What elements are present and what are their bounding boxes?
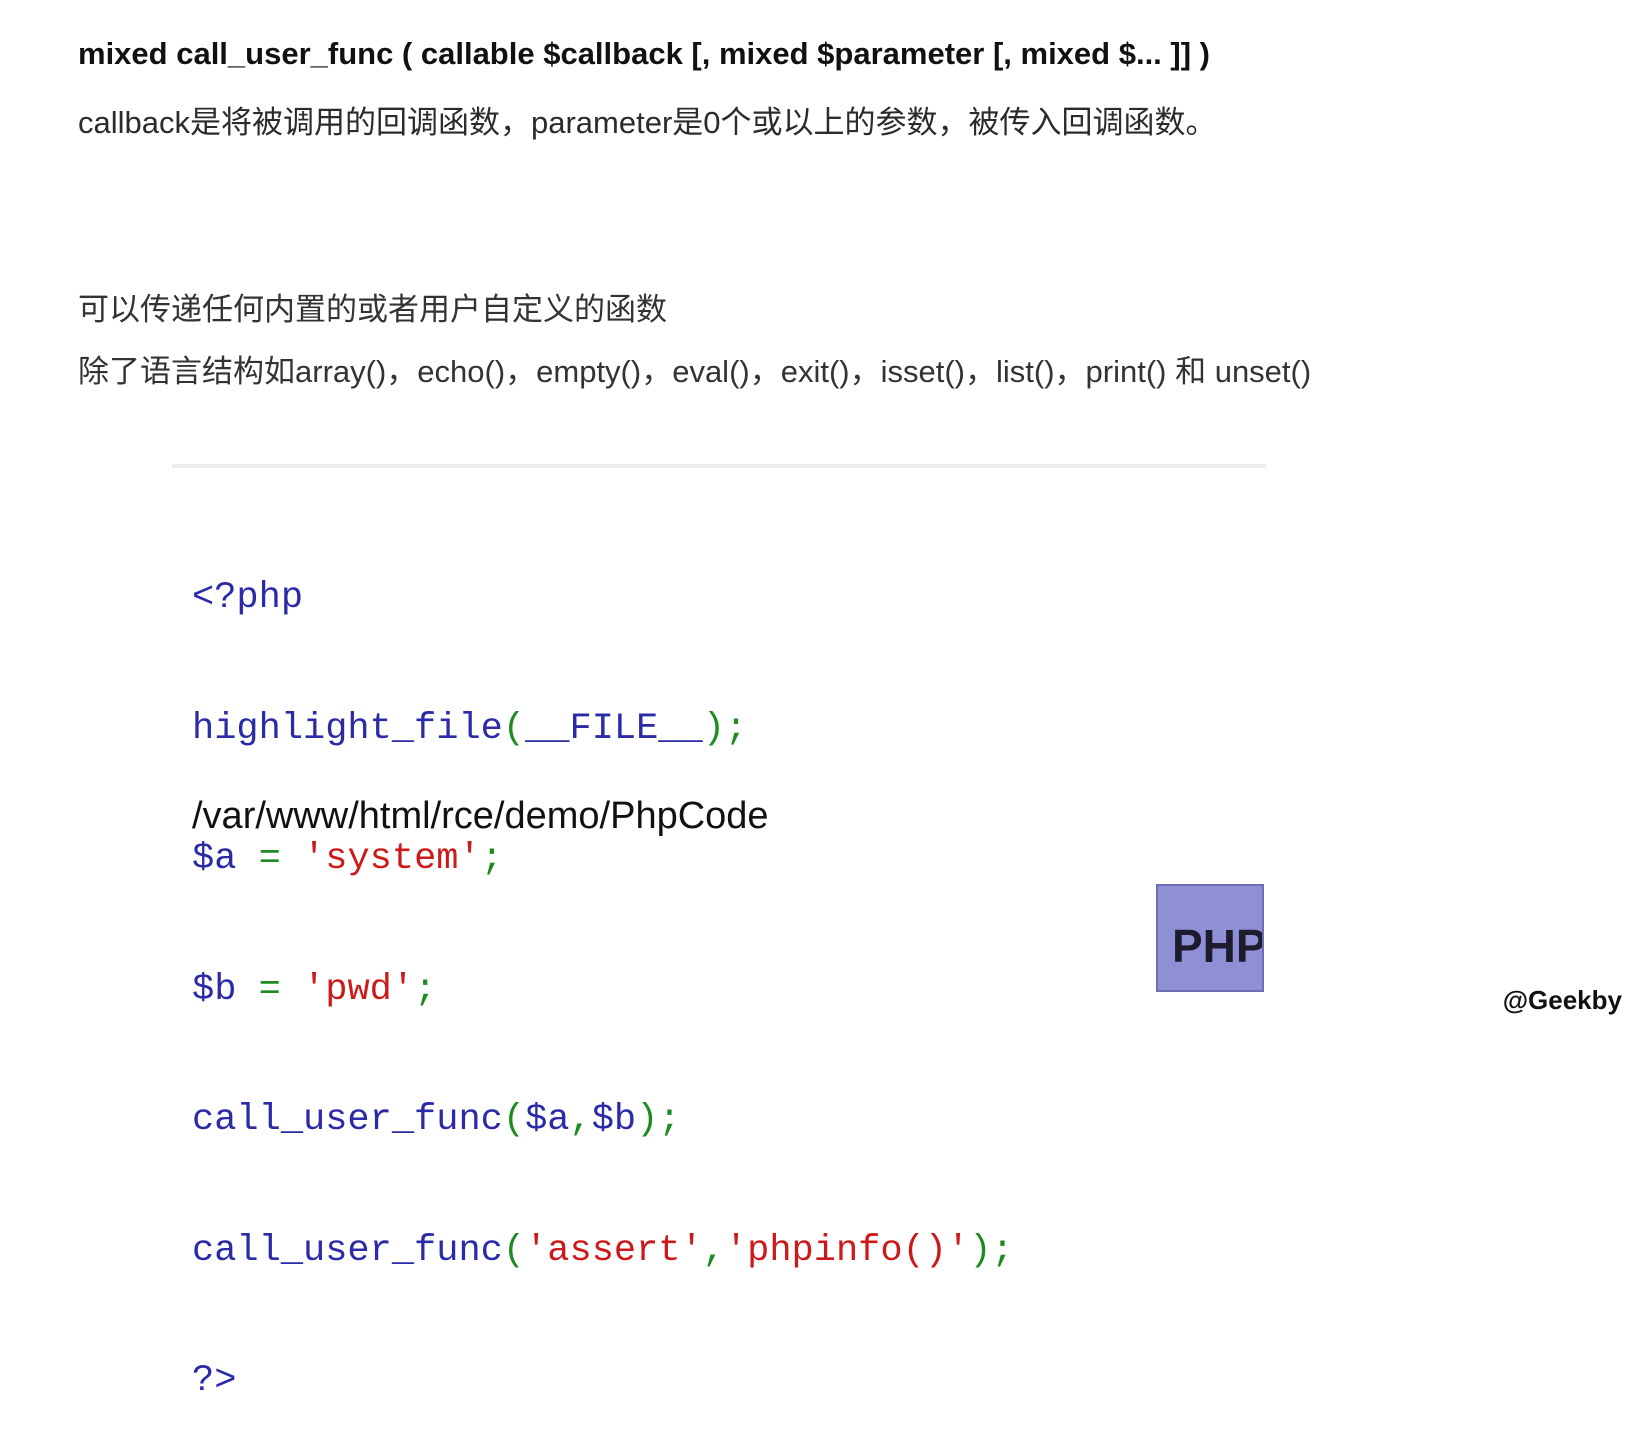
code-line-assign-a: $a = 'system';: [192, 838, 1014, 882]
code-punct: ;: [414, 968, 437, 1011]
code-line-highlight-file: highlight_file(__FILE__);: [192, 708, 1014, 752]
code-variable: $b: [192, 968, 237, 1011]
code-variable: $a: [525, 1099, 570, 1141]
code-string: 'phpinfo()': [724, 1229, 970, 1272]
watermark: @Geekby: [1502, 985, 1622, 1015]
code-line-call-assert: call_user_func('assert','phpinfo()');: [192, 1230, 1014, 1274]
function-description: callback是将被调用的回调函数，parameter是0个或以上的参数，被传…: [78, 105, 1217, 140]
php-code-block: <?php highlight_file(__FILE__); $a = 'sy…: [192, 490, 1014, 1447]
code-punct: );: [636, 1099, 681, 1141]
code-punct: ,: [702, 1229, 725, 1272]
code-operator: =: [236, 838, 304, 880]
code-punct: ,: [569, 1099, 592, 1141]
code-line-assign-b: $b = 'pwd';: [192, 969, 1014, 1013]
code-function: highlight_file: [192, 707, 503, 750]
code-variable: $b: [591, 1099, 637, 1141]
php-close-tag: ?>: [192, 1360, 237, 1402]
code-string: 'system': [303, 838, 481, 880]
code-variable: $a: [192, 838, 237, 880]
code-line-close-tag: ?>: [192, 1360, 1014, 1404]
code-string: 'assert': [525, 1229, 703, 1272]
code-string: 'pwd': [303, 968, 415, 1011]
php-open-tag: <?php: [192, 577, 304, 619]
code-line-open-tag: <?php: [192, 577, 1014, 621]
code-punct: ;: [480, 838, 503, 880]
code-punct: );: [702, 707, 748, 750]
code-punct: (: [502, 1229, 526, 1272]
code-punct: (: [502, 1099, 526, 1141]
code-constant: __FILE__: [525, 707, 703, 750]
code-line-call-vars: call_user_func($a,$b);: [192, 1099, 1014, 1143]
php-logo-icon: PHP: [1156, 884, 1264, 992]
code-punct: (: [502, 707, 526, 750]
output-file-path: /var/www/html/rce/demo/PhpCode: [192, 795, 769, 837]
code-operator: =: [236, 968, 304, 1011]
function-signature: mixed call_user_func ( callable $callbac…: [78, 36, 1210, 71]
callable-note: 可以传递任何内置的或者用户自定义的函数: [78, 292, 667, 327]
code-divider: [172, 464, 1266, 468]
php-logo-text: PHP: [1172, 920, 1264, 972]
code-function: call_user_func: [192, 1229, 503, 1272]
language-construct-note: 除了语言结构如array()，echo()，empty()，eval()，exi…: [78, 354, 1312, 389]
code-function: call_user_func: [192, 1099, 503, 1141]
code-punct: );: [969, 1229, 1014, 1272]
